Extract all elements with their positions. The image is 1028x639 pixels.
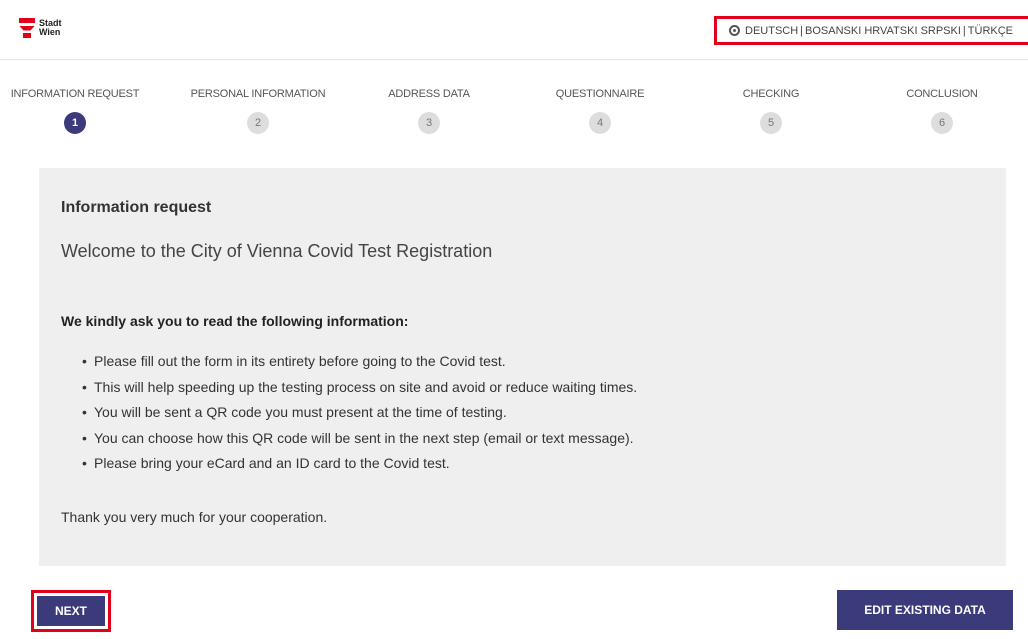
step-checking: CHECKING 5 <box>711 88 831 134</box>
next-button-highlight: NEXT <box>31 590 111 632</box>
list-item: Please fill out the form in its entirety… <box>82 349 637 375</box>
language-link-bhs[interactable]: BOSANSKI HRVATSKI SRPSKI <box>805 25 961 37</box>
step-information-request: INFORMATION REQUEST 1 <box>0 88 150 134</box>
thank-you-text: Thank you very much for your cooperation… <box>61 509 328 525</box>
stadt-wien-logo[interactable]: Stadt Wien <box>19 18 62 38</box>
globe-icon <box>729 25 740 36</box>
step-number: 6 <box>931 112 953 134</box>
intro-text: We kindly ask you to read the following … <box>61 313 409 329</box>
vienna-crest-icon <box>19 18 35 38</box>
step-address-data: ADDRESS DATA 3 <box>364 88 494 134</box>
list-item: This will help speeding up the testing p… <box>82 375 637 401</box>
step-label: INFORMATION REQUEST <box>10 88 140 100</box>
logo-text: Stadt Wien <box>39 19 62 37</box>
step-label: PERSONAL INFORMATION <box>190 88 326 100</box>
list-item: Please bring your eCard and an ID card t… <box>82 451 637 477</box>
list-item: You will be sent a QR code you must pres… <box>82 400 637 426</box>
step-conclusion: CONCLUSION 6 <box>882 88 1002 134</box>
step-questionnaire: QUESTIONNAIRE 4 <box>535 88 665 134</box>
information-card: Information request Welcome to the City … <box>39 168 1006 566</box>
progress-stepper: INFORMATION REQUEST 1 PERSONAL INFORMATI… <box>0 60 1028 150</box>
information-list: Please fill out the form in its entirety… <box>82 349 637 477</box>
language-link-turkce[interactable]: TÜRKÇE <box>968 25 1013 37</box>
step-number: 2 <box>247 112 269 134</box>
edit-existing-data-button[interactable]: EDIT EXISTING DATA <box>837 590 1013 630</box>
step-personal-information: PERSONAL INFORMATION 2 <box>183 88 333 134</box>
step-label: CHECKING <box>742 88 800 100</box>
language-selector: DEUTSCH | BOSANSKI HRVATSKI SRPSKI | TÜR… <box>714 16 1028 45</box>
logo-line-2: Wien <box>39 27 61 37</box>
step-label: CONCLUSION <box>906 88 978 100</box>
header: Stadt Wien DEUTSCH | BOSANSKI HRVATSKI S… <box>0 0 1028 60</box>
step-label: QUESTIONNAIRE <box>555 88 645 100</box>
next-button[interactable]: NEXT <box>37 596 105 626</box>
step-number: 5 <box>760 112 782 134</box>
step-label: ADDRESS DATA <box>388 88 470 100</box>
section-title: Information request <box>61 199 212 216</box>
language-separator: | <box>962 24 966 37</box>
list-item: You can choose how this QR code will be … <box>82 426 637 452</box>
welcome-heading: Welcome to the City of Vienna Covid Test… <box>61 241 493 261</box>
language-separator: | <box>800 24 804 37</box>
step-number: 1 <box>64 112 86 134</box>
language-link-deutsch[interactable]: DEUTSCH <box>745 25 798 37</box>
step-number: 4 <box>589 112 611 134</box>
step-number: 3 <box>418 112 440 134</box>
